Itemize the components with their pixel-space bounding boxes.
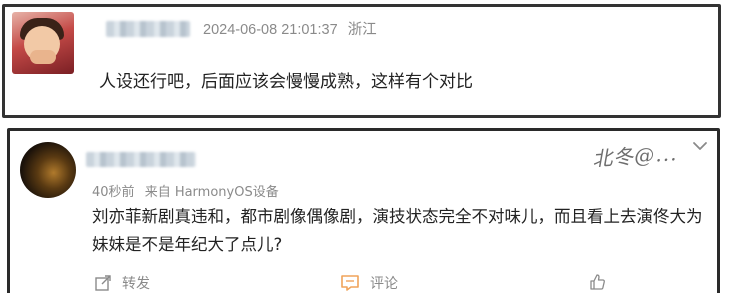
- post-text: 刘亦菲新剧真违和，都市剧像偶像剧，演技状态完全不对味儿，而且看上去演佟大为妹妹是…: [92, 207, 703, 254]
- chevron-down-icon[interactable]: [691, 139, 709, 153]
- username-blurred[interactable]: [86, 152, 196, 167]
- forward-button[interactable]: 转发: [94, 273, 150, 293]
- like-icon: [590, 274, 605, 290]
- comment-timestamp: 2024-06-08 21:01:37: [203, 22, 338, 38]
- avatar[interactable]: [12, 12, 74, 74]
- forward-label: 转发: [122, 276, 150, 292]
- comment-icon: [341, 275, 359, 291]
- avatar[interactable]: [20, 142, 76, 198]
- share-icon: [95, 275, 111, 291]
- post-time-ago: 40秒前: [92, 185, 135, 200]
- comment-text: 人设还行吧，后面应该会慢慢成熟，这样有个对比: [99, 72, 473, 92]
- like-button[interactable]: [588, 273, 616, 291]
- comment-card-1: 2024-06-08 21:01:37 浙江 人设还行吧，后面应该会慢慢成熟，这…: [2, 4, 721, 118]
- post-source: 来自 HarmonyOS设备: [144, 185, 279, 200]
- post-meta: 40秒前 来自 HarmonyOS设备: [92, 181, 279, 200]
- avatar-hand: [30, 50, 56, 64]
- comment-location: 浙江: [347, 22, 377, 38]
- watermark: 北冬@...: [591, 141, 678, 171]
- username-blurred[interactable]: [106, 21, 190, 37]
- action-bar: 转发 评论: [10, 273, 717, 293]
- comment-meta: 2024-06-08 21:01:37 浙江: [203, 18, 377, 39]
- comment-button[interactable]: 评论: [340, 273, 398, 293]
- comment-label: 评论: [370, 276, 398, 292]
